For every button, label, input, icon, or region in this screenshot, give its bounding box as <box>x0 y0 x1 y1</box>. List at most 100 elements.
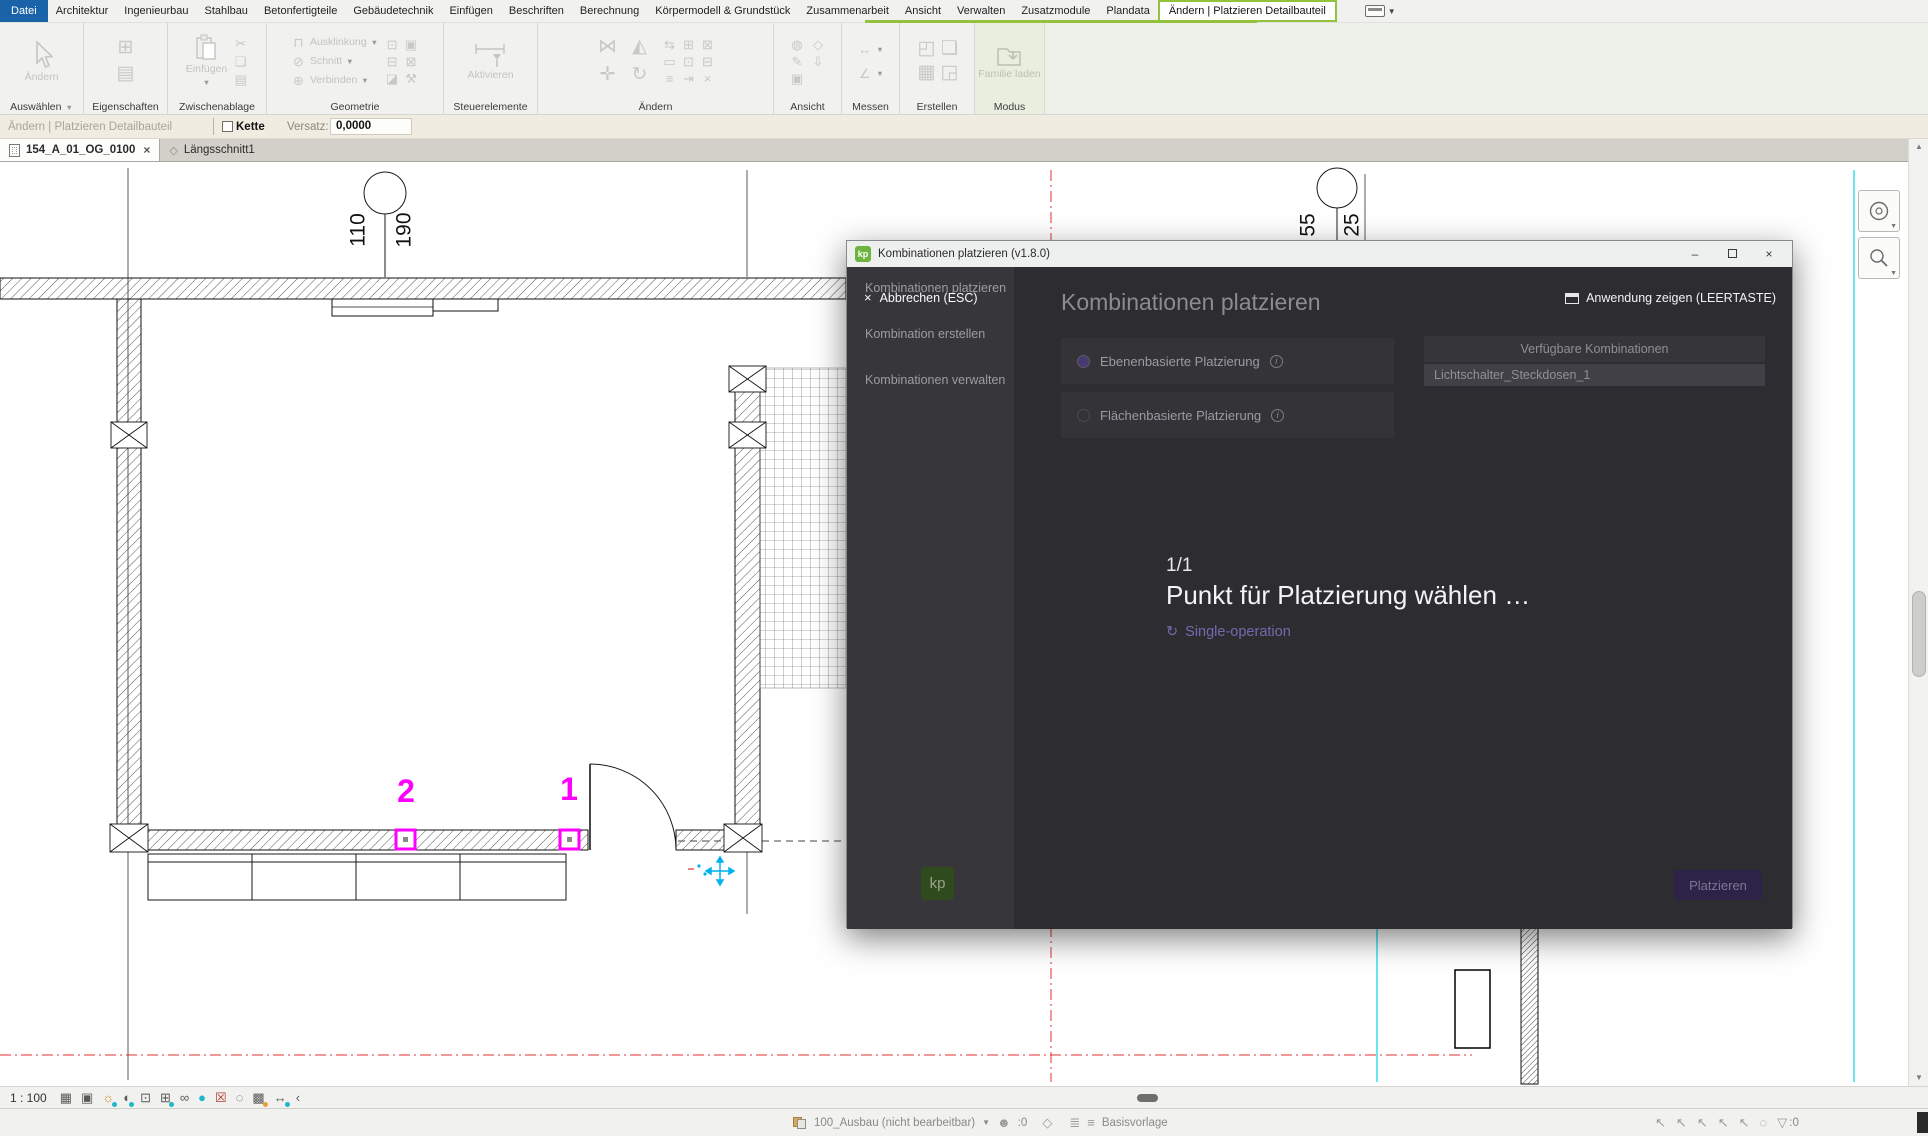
view-tab-plan[interactable]: 154_A_01_OG_0100 × <box>0 139 160 161</box>
select-links-icon[interactable]: ↖ <box>1655 1115 1666 1131</box>
select-by-face-icon[interactable]: ↖ <box>1718 1115 1729 1131</box>
tab-zusatzmodule[interactable]: Zusatzmodule <box>1013 0 1098 22</box>
analytical-model-icon[interactable]: ☒ <box>215 1089 227 1107</box>
tab-plandata[interactable]: Plandata <box>1098 0 1157 22</box>
panel-label-steuerelemente[interactable]: Steuerelemente <box>444 99 537 115</box>
tab-ingenieurbau[interactable]: Ingenieurbau <box>116 0 196 22</box>
chain-checkbox[interactable] <box>222 121 233 132</box>
tab-berechnung[interactable]: Berechnung <box>572 0 647 22</box>
design-options-edit-icon[interactable]: ≡ <box>1087 1115 1095 1130</box>
select-pinned-icon[interactable]: ↖ <box>1697 1115 1708 1131</box>
zoom-tool-button[interactable]: ▼ <box>1858 237 1900 279</box>
radio-face-based[interactable]: Flächenbasierte Platzierung i <box>1061 392 1394 438</box>
filter-icon[interactable]: ▽ <box>1777 1115 1787 1131</box>
shadows-icon[interactable]: ◐ <box>123 1089 131 1107</box>
radio-selected-icon[interactable] <box>1077 355 1090 368</box>
drag-on-selection-icon[interactable]: ↖ <box>1739 1115 1750 1131</box>
tab-betonfertigteile[interactable]: Betonfertigteile <box>256 0 345 22</box>
tab-architektur[interactable]: Architektur <box>48 0 117 22</box>
panel-label-zwischenablage[interactable]: Zwischenablage <box>168 99 266 115</box>
elevation-marker-right[interactable]: 55 25 <box>1297 168 1364 241</box>
kombinationen-dialog: kp Kombinationen platzieren (v1.8.0) – ×… <box>846 240 1793 928</box>
scale-button[interactable]: 1 : 100 <box>6 1091 51 1105</box>
panel-label-modus[interactable]: Modus <box>975 99 1044 115</box>
scroll-up-icon[interactable]: ▲ <box>1909 139 1928 155</box>
ribbon-display-toggle[interactable]: ▼ <box>1365 0 1396 22</box>
chain-checkbox-group[interactable]: Kette <box>222 121 265 133</box>
editable-only-icon[interactable]: ☻ <box>997 1115 1011 1130</box>
tab-stahlbau[interactable]: Stahlbau <box>197 0 256 22</box>
panel-label-erstellen[interactable]: Erstellen <box>900 99 974 115</box>
close-button[interactable]: × <box>1754 247 1784 261</box>
scroll-down-icon[interactable]: ▼ <box>1909 1070 1928 1086</box>
detail-item-2[interactable]: 2 <box>396 773 415 849</box>
horizontal-scroll-thumb[interactable] <box>1137 1094 1158 1102</box>
tab-zusammenarbeit[interactable]: Zusammenarbeit <box>798 0 897 22</box>
elevation-marker-left[interactable]: 110 190 <box>347 172 416 277</box>
design-model-icon[interactable]: ◇ <box>1042 1115 1052 1131</box>
panel-label-messen[interactable]: Messen <box>842 99 899 115</box>
tab-datei[interactable]: Datei <box>0 0 48 22</box>
design-options-icon[interactable]: ≣ <box>1069 1115 1080 1131</box>
collapse-bar-icon[interactable]: ‹ <box>296 1089 300 1107</box>
sun-path-icon[interactable]: ☼ <box>102 1089 114 1107</box>
single-operation-link[interactable]: ↻ Single-operation <box>1166 624 1530 640</box>
active-workset[interactable]: 100_Ausbau (nicht bearbeitbar) <box>814 1117 975 1129</box>
radio-level-based[interactable]: Ebenenbasierte Platzierung i <box>1061 338 1394 384</box>
worksets-icon[interactable] <box>793 1117 807 1129</box>
panel-label-ansicht[interactable]: Ansicht <box>774 99 841 115</box>
info-icon[interactable]: i <box>1270 355 1283 368</box>
door-swing[interactable] <box>590 764 676 850</box>
dialog-title-bar[interactable]: kp Kombinationen platzieren (v1.8.0) – × <box>847 241 1792 267</box>
panel-label-aendern[interactable]: Ändern <box>538 99 773 115</box>
tab-gebaeudetechnik[interactable]: Gebäudetechnik <box>345 0 441 22</box>
cancel-button[interactable]: × Abbrechen (ESC) <box>864 290 978 305</box>
available-item[interactable]: Lichtschalter_Steckdosen_1 <box>1424 364 1765 386</box>
reveal-constraints-icon[interactable]: ▩ <box>252 1089 264 1107</box>
radio-unselected-icon[interactable] <box>1077 409 1090 422</box>
vertical-scrollbar[interactable]: ▲ ▼ <box>1908 139 1928 1086</box>
crop-view-icon[interactable]: ⊡ <box>140 1089 151 1107</box>
place-button[interactable]: Platzieren <box>1674 870 1762 900</box>
temporary-hide-icon[interactable]: ● <box>198 1089 206 1107</box>
detail-item-1[interactable]: 1 <box>560 771 579 849</box>
vertical-scroll-thumb[interactable] <box>1912 591 1926 677</box>
visual-style-icon[interactable]: ▣ <box>81 1089 93 1107</box>
tab-verwalten[interactable]: Verwalten <box>949 0 1013 22</box>
nav-item-verwalten[interactable]: Kombinationen verwalten <box>865 373 1005 387</box>
tab-contextual-modify[interactable]: Ändern | Platzieren Detailbauteil <box>1158 0 1337 22</box>
tab-einfuegen[interactable]: Einfügen <box>441 0 500 22</box>
panel-zwischenablage: Einfügen ▼ ✂ ❏ ▤ Zwischenablage <box>168 23 267 114</box>
show-app-button[interactable]: Anwendung zeigen (LEERTASTE) <box>1565 291 1776 305</box>
offset-input[interactable]: 0,0000 <box>330 118 412 135</box>
info-icon[interactable]: i <box>1271 409 1284 422</box>
select-underlay-icon[interactable]: ↖ <box>1676 1115 1687 1131</box>
maximize-button[interactable] <box>1717 247 1747 261</box>
tiled-wall-area[interactable] <box>760 368 846 688</box>
minimize-button[interactable]: – <box>1680 247 1710 261</box>
copy-to-clipboard-icon: ❏ <box>233 54 248 69</box>
reveal-hidden-icon[interactable]: ∞ <box>180 1089 189 1107</box>
crop-visibility-icon[interactable]: ⊞ <box>160 1089 171 1107</box>
selection-set-icon[interactable]: ◌ <box>1760 1115 1768 1130</box>
steering-wheel-button[interactable]: ▼ <box>1858 190 1900 232</box>
tab-koerpermodell[interactable]: Körpermodell & Grundstück <box>647 0 798 22</box>
highlight-sets-icon[interactable]: ◌ <box>236 1089 244 1107</box>
cabinet-row[interactable] <box>148 854 566 900</box>
tab-beschriften[interactable]: Beschriften <box>501 0 572 22</box>
chevron-down-icon[interactable]: ▼ <box>1890 270 1897 277</box>
nav-item-erstellen[interactable]: Kombination erstellen <box>865 327 985 341</box>
view-tab-section[interactable]: ◇ Längsschnitt1 <box>160 139 263 161</box>
detail-level-icon[interactable]: ▦ <box>60 1089 72 1107</box>
panel-label-geometrie[interactable]: Geometrie <box>267 99 443 115</box>
left-wall[interactable] <box>117 299 141 850</box>
chevron-down-icon[interactable]: ▼ <box>1890 223 1897 230</box>
column-element[interactable] <box>1455 970 1490 1048</box>
chevron-down-icon[interactable]: ▼ <box>982 1118 990 1127</box>
panel-label-eigenschaften[interactable]: Eigenschaften <box>84 99 167 115</box>
close-icon[interactable]: × <box>143 143 150 157</box>
panel-label-auswaehlen[interactable]: Auswählen▼ <box>0 99 83 115</box>
measure-presentation-icon[interactable]: ↔ <box>274 1089 287 1107</box>
design-option-name[interactable]: Basisvorlage <box>1102 1117 1168 1129</box>
tab-ansicht[interactable]: Ansicht <box>897 0 949 22</box>
